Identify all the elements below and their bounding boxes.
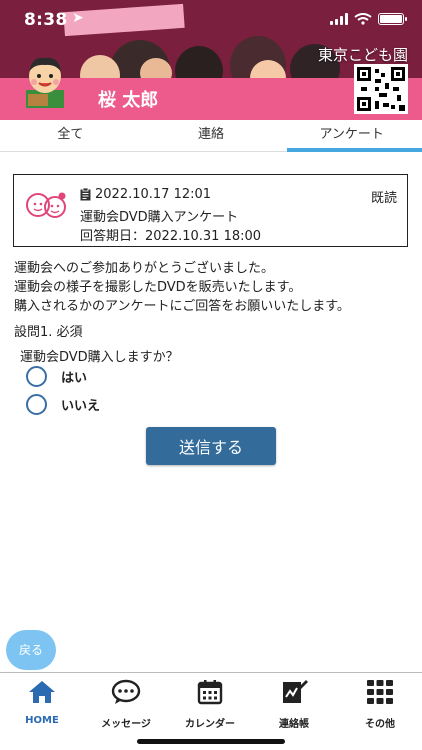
child-avatar[interactable] [14,54,76,114]
message-line: 運動会の様子を撮影したDVDを販売いたします。 [14,280,302,295]
nav-other[interactable]: その他 [338,679,422,730]
nav-label: カレンダー [185,719,235,730]
message-line: 運動会へのご参加ありがとうございました。 [14,261,275,276]
notice-deadline: 回答期日：2022.10.31 18:00 [80,229,262,244]
home-indicator [137,739,285,744]
child-name: 桜 太郎 [98,90,159,111]
nav-label: その他 [365,719,395,730]
back-button[interactable]: 戻る [6,630,56,670]
school-name: 東京こども園 [317,46,408,64]
nav-label: メッセージ [101,719,151,730]
nav-home[interactable]: HOME [0,679,84,726]
submit-button[interactable]: 送信する [146,427,276,465]
option-yes[interactable]: はい [26,366,87,387]
nav-label: 連絡帳 [279,719,309,730]
tab-contact[interactable]: 連絡 [141,122,282,151]
read-status: 既読 [370,191,397,206]
location-arrow-icon: ➤ [72,10,84,26]
header: 8:38 ➤ 東京こども園 桜 太郎 [0,0,422,120]
chat-icon [111,679,141,704]
option-no[interactable]: いいえ [26,394,100,415]
signal-icon [330,13,348,25]
question-text: 運動会DVD購入しますか？ [20,350,179,365]
nav-calendar[interactable]: カレンダー [168,679,252,730]
notice-title: 運動会DVD購入アンケート [80,210,239,225]
survey-message: 運動会へのご参加ありがとうございました。 運動会の様子を撮影したDVDを販売いた… [14,259,414,316]
status-time: 8:38 [24,10,68,30]
option-label: はい [61,371,88,386]
wifi-icon [354,13,372,25]
nav-notebook[interactable]: 連絡帳 [252,679,336,730]
calendar-icon [197,680,223,705]
question-number: 設問1. 必須 [14,325,83,340]
tab-all[interactable]: 全て [0,122,141,151]
home-icon [29,681,55,703]
tab-survey[interactable]: アンケート [281,122,422,152]
notice-datetime: 2022.10.17 12:01 [95,187,212,202]
grid-icon [367,680,393,704]
school-logo-icon [26,192,66,218]
status-bar: 8:38 ➤ [0,0,422,40]
message-line: 購入されるかのアンケートにご回答をお願いいたします。 [14,299,350,314]
tab-bar: 全て 連絡 アンケート [0,122,422,152]
radio-no[interactable] [26,394,47,415]
nav-message[interactable]: メッセージ [84,679,168,730]
notice-card: 2022.10.17 12:01 既読 運動会DVD購入アンケート 回答期日：2… [13,174,408,247]
qr-code-icon[interactable] [354,64,408,114]
notebook-icon [283,680,308,703]
battery-icon [378,13,407,25]
option-label: いいえ [61,399,101,414]
clipboard-icon [80,188,91,201]
nav-label: HOME [25,715,59,726]
radio-yes[interactable] [26,366,47,387]
